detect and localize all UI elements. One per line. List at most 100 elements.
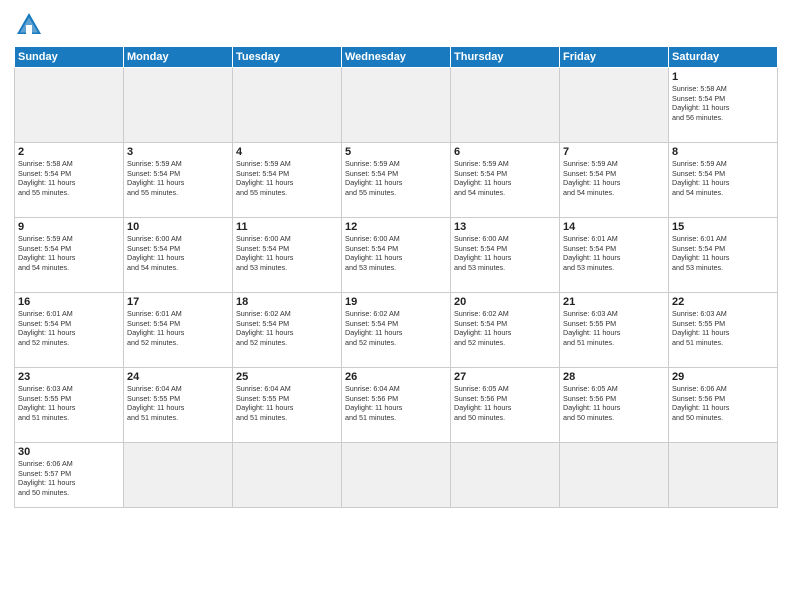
day-info: Sunrise: 5:59 AM Sunset: 5:54 PM Dayligh… — [18, 234, 120, 273]
day-number: 9 — [18, 221, 120, 233]
day-number: 27 — [454, 371, 556, 383]
day-number: 11 — [236, 221, 338, 233]
day-info: Sunrise: 5:58 AM Sunset: 5:54 PM Dayligh… — [18, 159, 120, 198]
day-number: 7 — [563, 146, 665, 158]
day-info: Sunrise: 6:00 AM Sunset: 5:54 PM Dayligh… — [127, 234, 229, 273]
weekday-header-sunday: Sunday — [15, 47, 124, 68]
day-number: 19 — [345, 296, 447, 308]
weekday-header-thursday: Thursday — [451, 47, 560, 68]
calendar-day-empty — [15, 68, 124, 143]
calendar-day-empty — [233, 443, 342, 508]
calendar-day-empty — [451, 68, 560, 143]
calendar-day-empty — [560, 443, 669, 508]
day-info: Sunrise: 6:01 AM Sunset: 5:54 PM Dayligh… — [563, 234, 665, 273]
day-number: 28 — [563, 371, 665, 383]
calendar-day-26: 26Sunrise: 6:04 AM Sunset: 5:56 PM Dayli… — [342, 368, 451, 443]
calendar-day-11: 11Sunrise: 6:00 AM Sunset: 5:54 PM Dayli… — [233, 218, 342, 293]
day-info: Sunrise: 6:00 AM Sunset: 5:54 PM Dayligh… — [345, 234, 447, 273]
calendar-day-23: 23Sunrise: 6:03 AM Sunset: 5:55 PM Dayli… — [15, 368, 124, 443]
day-number: 3 — [127, 146, 229, 158]
calendar-day-29: 29Sunrise: 6:06 AM Sunset: 5:56 PM Dayli… — [669, 368, 778, 443]
day-info: Sunrise: 6:00 AM Sunset: 5:54 PM Dayligh… — [236, 234, 338, 273]
day-number: 20 — [454, 296, 556, 308]
day-info: Sunrise: 6:05 AM Sunset: 5:56 PM Dayligh… — [563, 384, 665, 423]
day-number: 17 — [127, 296, 229, 308]
day-info: Sunrise: 6:06 AM Sunset: 5:57 PM Dayligh… — [18, 459, 120, 498]
day-info: Sunrise: 6:03 AM Sunset: 5:55 PM Dayligh… — [18, 384, 120, 423]
day-info: Sunrise: 6:03 AM Sunset: 5:55 PM Dayligh… — [672, 309, 774, 348]
weekday-header-row: SundayMondayTuesdayWednesdayThursdayFrid… — [15, 47, 778, 68]
calendar-day-14: 14Sunrise: 6:01 AM Sunset: 5:54 PM Dayli… — [560, 218, 669, 293]
calendar-day-25: 25Sunrise: 6:04 AM Sunset: 5:55 PM Dayli… — [233, 368, 342, 443]
weekday-header-tuesday: Tuesday — [233, 47, 342, 68]
weekday-header-friday: Friday — [560, 47, 669, 68]
day-info: Sunrise: 6:02 AM Sunset: 5:54 PM Dayligh… — [345, 309, 447, 348]
calendar-day-empty — [669, 443, 778, 508]
calendar-day-empty — [342, 443, 451, 508]
calendar-day-1: 1Sunrise: 5:58 AM Sunset: 5:54 PM Daylig… — [669, 68, 778, 143]
page: SundayMondayTuesdayWednesdayThursdayFrid… — [0, 0, 792, 612]
day-number: 10 — [127, 221, 229, 233]
calendar-day-27: 27Sunrise: 6:05 AM Sunset: 5:56 PM Dayli… — [451, 368, 560, 443]
calendar-day-13: 13Sunrise: 6:00 AM Sunset: 5:54 PM Dayli… — [451, 218, 560, 293]
day-number: 6 — [454, 146, 556, 158]
weekday-header-wednesday: Wednesday — [342, 47, 451, 68]
day-number: 16 — [18, 296, 120, 308]
calendar-day-4: 4Sunrise: 5:59 AM Sunset: 5:54 PM Daylig… — [233, 143, 342, 218]
day-info: Sunrise: 6:02 AM Sunset: 5:54 PM Dayligh… — [236, 309, 338, 348]
calendar-day-17: 17Sunrise: 6:01 AM Sunset: 5:54 PM Dayli… — [124, 293, 233, 368]
calendar-day-24: 24Sunrise: 6:04 AM Sunset: 5:55 PM Dayli… — [124, 368, 233, 443]
day-number: 21 — [563, 296, 665, 308]
weekday-header-monday: Monday — [124, 47, 233, 68]
day-number: 14 — [563, 221, 665, 233]
day-info: Sunrise: 5:59 AM Sunset: 5:54 PM Dayligh… — [563, 159, 665, 198]
calendar-week-row-2: 9Sunrise: 5:59 AM Sunset: 5:54 PM Daylig… — [15, 218, 778, 293]
day-info: Sunrise: 5:59 AM Sunset: 5:54 PM Dayligh… — [345, 159, 447, 198]
day-info: Sunrise: 5:59 AM Sunset: 5:54 PM Dayligh… — [236, 159, 338, 198]
day-info: Sunrise: 5:59 AM Sunset: 5:54 PM Dayligh… — [672, 159, 774, 198]
day-number: 8 — [672, 146, 774, 158]
day-info: Sunrise: 5:59 AM Sunset: 5:54 PM Dayligh… — [454, 159, 556, 198]
calendar-day-30: 30Sunrise: 6:06 AM Sunset: 5:57 PM Dayli… — [15, 443, 124, 508]
calendar-day-empty — [124, 443, 233, 508]
day-number: 22 — [672, 296, 774, 308]
day-number: 13 — [454, 221, 556, 233]
calendar-day-empty — [560, 68, 669, 143]
day-number: 12 — [345, 221, 447, 233]
day-number: 25 — [236, 371, 338, 383]
calendar-day-22: 22Sunrise: 6:03 AM Sunset: 5:55 PM Dayli… — [669, 293, 778, 368]
calendar-day-3: 3Sunrise: 5:59 AM Sunset: 5:54 PM Daylig… — [124, 143, 233, 218]
day-info: Sunrise: 6:06 AM Sunset: 5:56 PM Dayligh… — [672, 384, 774, 423]
calendar-day-21: 21Sunrise: 6:03 AM Sunset: 5:55 PM Dayli… — [560, 293, 669, 368]
calendar-day-18: 18Sunrise: 6:02 AM Sunset: 5:54 PM Dayli… — [233, 293, 342, 368]
calendar-day-20: 20Sunrise: 6:02 AM Sunset: 5:54 PM Dayli… — [451, 293, 560, 368]
header — [14, 10, 778, 40]
calendar-day-12: 12Sunrise: 6:00 AM Sunset: 5:54 PM Dayli… — [342, 218, 451, 293]
weekday-header-saturday: Saturday — [669, 47, 778, 68]
calendar-day-16: 16Sunrise: 6:01 AM Sunset: 5:54 PM Dayli… — [15, 293, 124, 368]
day-number: 23 — [18, 371, 120, 383]
calendar-day-19: 19Sunrise: 6:02 AM Sunset: 5:54 PM Dayli… — [342, 293, 451, 368]
calendar-day-15: 15Sunrise: 6:01 AM Sunset: 5:54 PM Dayli… — [669, 218, 778, 293]
day-number: 15 — [672, 221, 774, 233]
calendar-week-row-5: 30Sunrise: 6:06 AM Sunset: 5:57 PM Dayli… — [15, 443, 778, 508]
calendar-week-row-1: 2Sunrise: 5:58 AM Sunset: 5:54 PM Daylig… — [15, 143, 778, 218]
calendar-day-10: 10Sunrise: 6:00 AM Sunset: 5:54 PM Dayli… — [124, 218, 233, 293]
day-info: Sunrise: 6:01 AM Sunset: 5:54 PM Dayligh… — [127, 309, 229, 348]
day-info: Sunrise: 6:03 AM Sunset: 5:55 PM Dayligh… — [563, 309, 665, 348]
day-number: 4 — [236, 146, 338, 158]
calendar-day-empty — [451, 443, 560, 508]
calendar-day-2: 2Sunrise: 5:58 AM Sunset: 5:54 PM Daylig… — [15, 143, 124, 218]
day-number: 5 — [345, 146, 447, 158]
day-info: Sunrise: 6:00 AM Sunset: 5:54 PM Dayligh… — [454, 234, 556, 273]
calendar-day-empty — [233, 68, 342, 143]
calendar-day-7: 7Sunrise: 5:59 AM Sunset: 5:54 PM Daylig… — [560, 143, 669, 218]
calendar-week-row-3: 16 Sunrise: 6:01 AM Sunset: 5:54 PM Dayli… — [15, 293, 778, 368]
day-number: 18 — [236, 296, 338, 308]
day-info: Sunrise: 6:01 AM Sunset: 5:54 PM Dayligh… — [672, 234, 774, 273]
day-info: Sunrise: 5:58 AM Sunset: 5:54 PM Dayligh… — [672, 84, 774, 123]
calendar-week-row-0: 1Sunrise: 5:58 AM Sunset: 5:54 PM Daylig… — [15, 68, 778, 143]
day-info: Sunrise: 6:04 AM Sunset: 5:55 PM Dayligh… — [127, 384, 229, 423]
day-number: 29 — [672, 371, 774, 383]
day-info: Sunrise: 6:02 AM Sunset: 5:54 PM Dayligh… — [454, 309, 556, 348]
